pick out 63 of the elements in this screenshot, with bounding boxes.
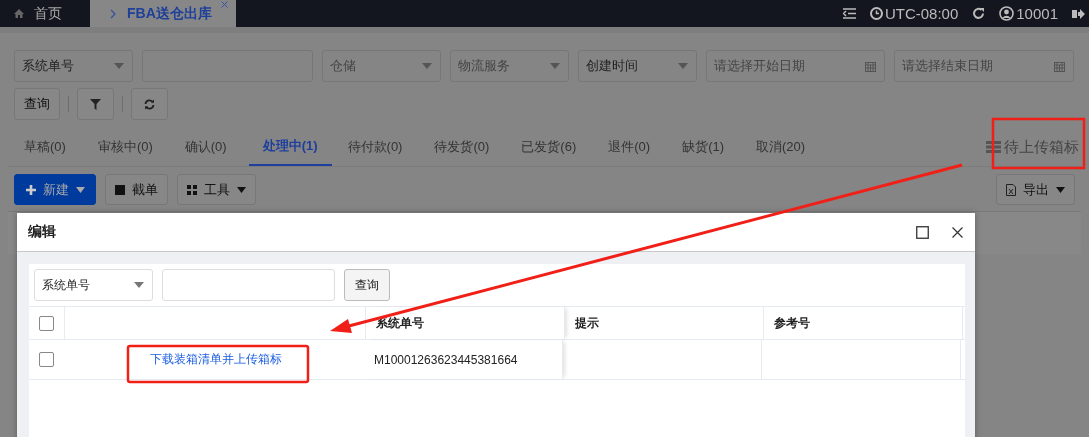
home-icon [14,9,24,18]
checkbox[interactable] [39,315,54,331]
refresh-icon [144,98,155,110]
search-button[interactable]: 查询 [14,88,60,120]
square-icon [115,184,125,195]
user-id[interactable]: 10001 [1016,5,1058,22]
menu-icon[interactable] [842,8,856,19]
status-tab[interactable]: 退件(0) [598,128,667,166]
caret-icon [422,63,432,69]
clock-icon [869,7,883,20]
logout-icon[interactable] [1072,7,1085,20]
dialog-title: 编辑 [28,223,56,241]
caret-icon [134,282,144,288]
chevron-icon [110,8,117,19]
status-tab[interactable]: 取消(20) [746,128,822,166]
page-tab[interactable]: 首页 [0,0,76,27]
select-field[interactable]: 创建时间 [578,50,697,82]
date-field[interactable]: 请选择结束日期 [894,50,1074,82]
status-tab[interactable]: 已发货(6) [511,128,593,166]
table-cell: M10001263623445381664 [374,352,518,367]
plus-icon [25,184,36,195]
select-field[interactable]: 仓储 [322,50,441,82]
search-button[interactable]: 查询 [344,269,390,301]
status-tab[interactable]: 待付款(0) [337,128,419,166]
caret-icon [678,63,688,69]
status-tab[interactable]: 确认(0) [174,128,243,166]
caret-icon [75,186,85,193]
caret-icon [550,63,560,69]
timezone-label: UTC-08:00 [884,5,959,22]
download-upload-link[interactable]: 下载装箱清单并上传箱标 [150,351,282,368]
export-button[interactable]: 导出 [996,174,1075,205]
select-field[interactable]: 物流服务 [450,50,569,82]
select-field[interactable]: 系统单号 [14,50,133,82]
maximize-icon[interactable] [916,225,929,239]
column-header: 提示 [575,314,599,332]
page-tab[interactable]: FBA送仓出库 [90,0,236,27]
filter-button[interactable] [77,88,114,120]
status-tab[interactable]: 审核中(0) [87,128,169,166]
calendar-icon [1054,60,1065,72]
list-icon [986,141,1001,153]
new-button[interactable]: 新建 [14,174,96,205]
close-icon[interactable] [952,226,963,238]
column-header: 参考号 [774,314,810,332]
pending-label-link[interactable]: 待上传箱标 [1004,137,1079,157]
spreadsheet-icon [1006,183,1016,196]
status-tab[interactable]: 草稿(0) [14,128,82,166]
tools-button[interactable]: 工具 [177,174,256,205]
status-tab[interactable]: 处理中(1) [248,128,332,166]
caret-icon [237,186,246,193]
refresh-button[interactable] [131,88,168,120]
status-tab[interactable]: 缺货(1) [672,128,740,166]
refresh-icon[interactable] [972,7,986,20]
calendar-icon [865,60,876,72]
select-field[interactable]: 系统单号 [34,269,153,301]
filter-icon [90,98,101,110]
user-icon [999,6,1015,21]
caret-icon [114,63,124,69]
caret-icon [1056,186,1065,193]
checkbox[interactable] [39,352,54,367]
intercept-button[interactable]: 截单 [105,174,168,205]
status-tab[interactable]: 待发货(0) [424,128,506,166]
grid-icon [187,184,197,195]
date-field[interactable]: 请选择开始日期 [706,50,885,82]
